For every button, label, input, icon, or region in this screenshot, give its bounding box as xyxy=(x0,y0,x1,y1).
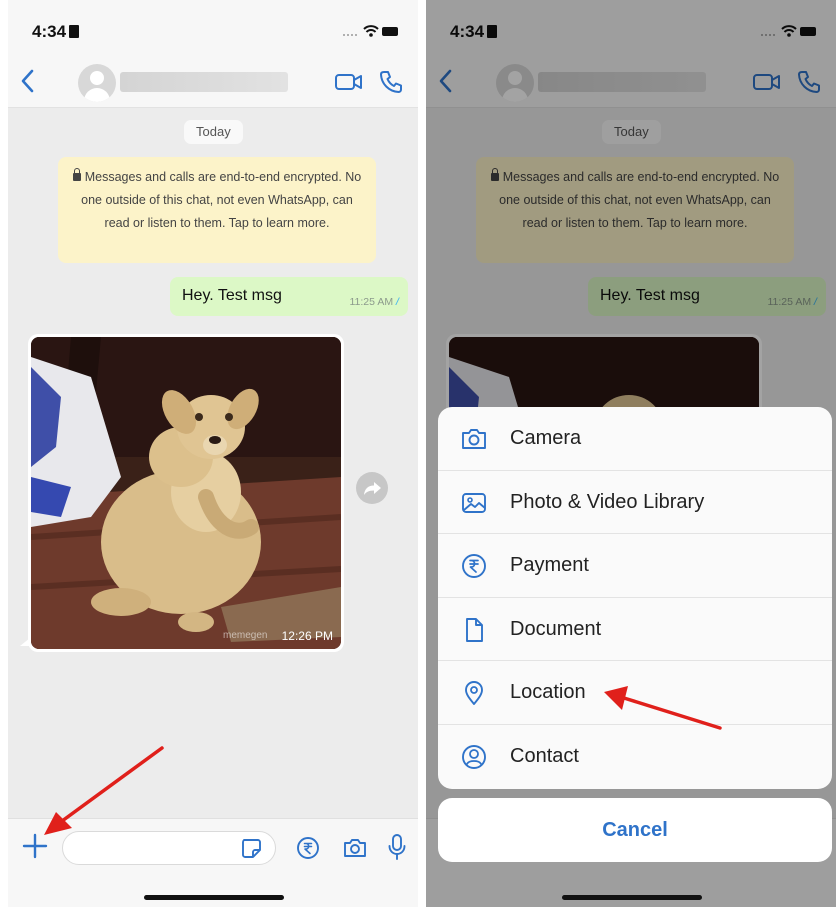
lock-icon xyxy=(72,168,81,181)
image-message[interactable]: memegen 12:26 PM xyxy=(20,334,344,652)
attach-option-camera[interactable]: Camera xyxy=(438,407,832,471)
location-pin-icon xyxy=(465,681,483,706)
attach-menu-sheet: Camera Photo & Video Library Payment Doc… xyxy=(438,407,832,789)
attach-option-label: Contact xyxy=(510,744,579,767)
date-chip: Today xyxy=(184,120,243,144)
forward-button[interactable] xyxy=(356,472,388,504)
home-indicator xyxy=(144,895,284,900)
dog-photo[interactable]: memegen 12:26 PM xyxy=(31,337,341,649)
document-icon xyxy=(466,617,483,642)
attach-option-label: Document xyxy=(510,617,602,640)
microphone-icon[interactable] xyxy=(388,833,406,861)
chat-screen-right: 4:34 Today Messages and calls are end-to… xyxy=(426,0,836,907)
message-meta: 11:25 AM // xyxy=(349,296,399,308)
sticker-icon[interactable] xyxy=(240,837,262,859)
contact-name-blurred[interactable] xyxy=(120,72,288,92)
attach-option-label: Payment xyxy=(510,554,589,577)
home-indicator xyxy=(562,895,702,900)
encryption-notice[interactable]: Messages and calls are end-to-end encryp… xyxy=(58,157,376,263)
message-input-bar xyxy=(8,818,418,907)
forward-icon xyxy=(364,482,381,495)
attach-option-location[interactable]: Location xyxy=(438,661,832,725)
back-chevron-icon[interactable] xyxy=(20,68,34,94)
attach-option-label: Location xyxy=(510,681,586,704)
video-call-icon[interactable] xyxy=(334,71,364,93)
status-time: 4:34 xyxy=(32,22,80,42)
photo-library-icon xyxy=(462,492,486,513)
attach-option-document[interactable]: Document xyxy=(438,598,832,662)
contact-icon xyxy=(462,745,486,769)
attach-option-label: Photo & Video Library xyxy=(510,490,705,513)
attach-option-payment[interactable]: Payment xyxy=(438,534,832,598)
attach-option-label: Camera xyxy=(510,427,582,449)
rupee-icon xyxy=(462,554,486,579)
outgoing-message[interactable]: Hey. Test msg 11:25 AM // xyxy=(170,277,408,316)
plus-attach-icon[interactable] xyxy=(22,833,48,859)
camera-icon[interactable] xyxy=(342,836,368,860)
attach-option-photo-library[interactable]: Photo & Video Library xyxy=(438,471,832,535)
status-bar: 4:34 xyxy=(8,0,418,62)
message-text: Hey. Test msg xyxy=(182,287,282,304)
dog-photo-illustration xyxy=(31,337,341,649)
chat-screen-left: 4:34 Today Messages and calls are end-to… xyxy=(8,0,418,907)
contact-avatar[interactable] xyxy=(78,64,116,102)
phone-call-icon[interactable] xyxy=(378,69,404,95)
chat-area: Today Messages and calls are end-to-end … xyxy=(8,108,418,818)
rupee-payment-icon[interactable] xyxy=(296,836,320,860)
image-time: 12:26 PM xyxy=(281,629,333,643)
image-watermark: memegen xyxy=(223,630,268,641)
attach-option-contact[interactable]: Contact xyxy=(438,725,832,789)
camera-icon xyxy=(462,429,486,449)
cancel-button[interactable]: Cancel xyxy=(438,798,832,862)
chat-header xyxy=(8,58,418,108)
status-icons xyxy=(340,24,400,43)
